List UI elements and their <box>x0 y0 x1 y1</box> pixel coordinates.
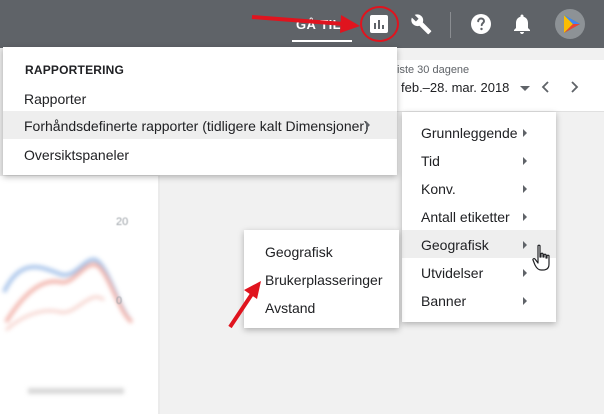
menu-item-conversions[interactable]: Konv. <box>421 181 456 197</box>
menu-item-banner[interactable]: Banner <box>421 293 466 309</box>
submenu-arrow-icon <box>523 297 527 305</box>
menu-item-labels[interactable]: Antall etiketter <box>421 209 510 225</box>
submenu-arrow-icon <box>523 269 527 277</box>
account-avatar-icon[interactable] <box>555 9 585 39</box>
notifications-bell-icon[interactable] <box>510 12 534 36</box>
date-dropdown-caret-icon[interactable] <box>520 86 530 91</box>
submenu-arrow-icon <box>523 241 527 249</box>
toolbar-divider <box>450 12 451 38</box>
menu-item-predefined-reports[interactable]: Forhåndsdefinerte rapporter (tidligere k… <box>24 118 369 134</box>
geographic-menu: Geografisk Brukerplasseringer Avstand <box>244 230 399 328</box>
chevron-left-icon[interactable] <box>540 80 552 94</box>
menu-item-user-locations[interactable]: Brukerplasseringer <box>265 272 383 288</box>
menu-item-geographic[interactable]: Geografisk <box>421 237 489 253</box>
reports-highlight-circle <box>360 6 399 42</box>
submenu-arrow-icon <box>523 213 527 221</box>
menu-item-distance[interactable]: Avstand <box>265 300 315 316</box>
chart-tick-top: 20 <box>116 216 129 228</box>
tools-wrench-icon[interactable] <box>410 12 434 36</box>
goto-tab[interactable]: GÅ TIL <box>296 17 341 32</box>
date-range-value[interactable]: feb.–28. mar. 2018 <box>401 80 509 95</box>
top-app-bar: GÅ TIL <box>0 0 604 48</box>
reporting-menu-header: RAPPORTERING <box>25 63 125 77</box>
menu-item-dashboards[interactable]: Oversiktspaneler <box>24 147 129 163</box>
predefined-reports-menu: Grunnleggende Tid Konv. Antall etiketter… <box>402 112 556 322</box>
menu-item-basic[interactable]: Grunnleggende <box>421 125 518 141</box>
menu-item-reports[interactable]: Rapporter <box>24 91 86 107</box>
submenu-arrow-icon <box>523 129 527 137</box>
date-range-sublabel: iste 30 dagene <box>397 64 470 76</box>
hand-pointer-cursor-icon <box>532 244 550 271</box>
chart-tick-mid: 0 <box>116 295 123 307</box>
reporting-menu: RAPPORTERING Rapporter Forhåndsdefinerte… <box>3 47 397 175</box>
submenu-arrow-icon <box>523 185 527 193</box>
menu-item-extensions[interactable]: Utvidelser <box>421 265 483 281</box>
help-icon[interactable] <box>469 12 493 36</box>
chevron-right-icon[interactable] <box>568 80 580 94</box>
menu-item-geographic-report[interactable]: Geografisk <box>265 244 333 260</box>
submenu-arrow-icon <box>366 121 370 129</box>
menu-item-time[interactable]: Tid <box>421 153 440 169</box>
submenu-arrow-icon <box>523 157 527 165</box>
goto-tab-underline <box>292 40 352 42</box>
